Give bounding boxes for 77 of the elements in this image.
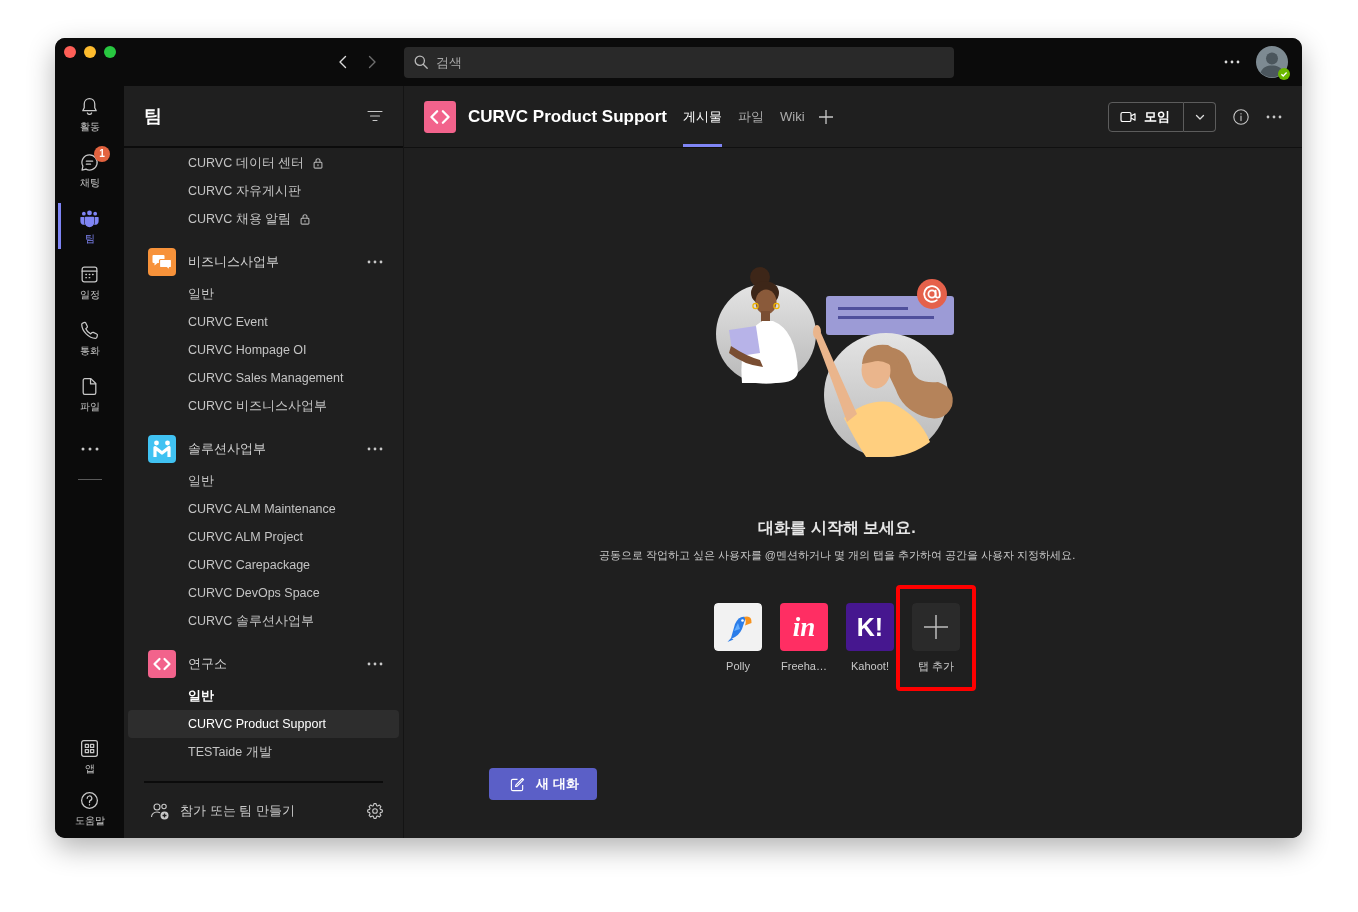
more-icon[interactable] <box>367 662 383 666</box>
apps-grid-icon <box>79 738 100 759</box>
app-logo: in <box>780 603 828 651</box>
more-icon[interactable] <box>1266 114 1282 119</box>
meeting-options-button[interactable] <box>1184 101 1216 132</box>
calendar-icon <box>79 264 100 285</box>
code-icon <box>424 100 456 133</box>
help-icon <box>79 790 100 811</box>
app-bar-item[interactable]: 일정 <box>55 258 124 314</box>
window-minimize-icon[interactable] <box>84 46 96 58</box>
people-icon <box>79 208 100 229</box>
filter-icon[interactable] <box>367 110 383 122</box>
channel-item[interactable]: 일반 <box>128 682 399 710</box>
app-bar-item[interactable]: 채팅 1 <box>55 146 124 202</box>
more-icon[interactable] <box>1224 60 1240 64</box>
chat-bubble-icon <box>79 152 100 173</box>
more-icon[interactable] <box>367 447 383 451</box>
channel-item[interactable]: CURVC 자유게시판 <box>128 177 399 205</box>
channel-item[interactable]: CURVC 솔루션사업부 <box>128 607 399 635</box>
channel-item[interactable]: CURVC 비즈니스사업부 <box>128 392 399 420</box>
panel-title: 팀 <box>144 105 163 128</box>
team-name[interactable]: 솔루션사업부 <box>188 440 355 458</box>
add-tab-icon[interactable] <box>817 108 834 125</box>
channel-title: CURVC Product Support <box>468 105 667 128</box>
app-shortcut[interactable]: K! Kahoot! <box>846 603 894 673</box>
search-icon <box>414 54 428 69</box>
empty-state-heading: 대화를 시작해 보세요. <box>758 518 916 538</box>
app-bar-item[interactable]: 앱 <box>55 734 124 786</box>
join-or-create-team-button[interactable]: 참가 또는 팀 만들기 <box>150 800 295 821</box>
people-add-icon <box>150 800 170 821</box>
channel-tab[interactable]: Wiki <box>779 86 805 147</box>
add-icon <box>912 603 960 651</box>
channel-item[interactable]: CURVC DevOps Space <box>128 579 399 607</box>
phone-icon <box>79 320 100 341</box>
settings-icon[interactable] <box>367 802 383 819</box>
channel-item[interactable]: 일반 <box>128 280 399 308</box>
lock-icon <box>312 157 325 169</box>
app-bar-item[interactable]: 도움말 <box>55 786 124 838</box>
channel-item[interactable]: CURVC 채용 알림 <box>128 205 399 233</box>
presence-icon <box>1278 68 1290 80</box>
unread-count: 1 <box>94 146 110 162</box>
app-shortcut[interactable]: 탭 추가 <box>912 603 960 673</box>
app-shortcut[interactable]: in Freeha… <box>780 603 828 673</box>
channel-tab[interactable]: 파일 <box>737 86 764 147</box>
channel-tab[interactable]: 게시물 <box>682 86 722 147</box>
new-conversation-button[interactable]: 새 대화 <box>489 768 597 800</box>
team-name[interactable]: 연구소 <box>188 655 355 673</box>
window-close-icon[interactable] <box>64 46 76 58</box>
window-zoom-icon[interactable] <box>104 46 116 58</box>
video-camera-icon <box>1120 110 1136 123</box>
meeting-button[interactable]: 모임 <box>1108 101 1184 132</box>
channel-item[interactable]: 일반 <box>128 467 399 495</box>
search-field[interactable]: 검색 <box>404 46 954 78</box>
empty-state-text: 공동으로 작업하고 싶은 사용자를 @멘션하거나 몇 개의 탭을 추가하여 공간을 사용자 지정하세요. <box>598 548 1076 563</box>
app-bar-item[interactable]: 활동 <box>55 90 124 146</box>
info-icon[interactable] <box>1233 108 1249 125</box>
avatar-icon[interactable] <box>1256 46 1288 78</box>
app-shortcut[interactable]: Polly <box>714 603 762 673</box>
app-bar-item[interactable]: 파일 <box>55 370 124 426</box>
channel-item[interactable]: CURVC Sales Management <box>128 364 399 392</box>
lock-icon <box>299 213 312 225</box>
channel-item[interactable]: CURVC 데이터 센터 <box>128 149 399 177</box>
channel-item[interactable]: CURVC ALM Maintenance <box>128 495 399 523</box>
channel-item[interactable]: CURVC Event <box>128 308 399 336</box>
bell-icon <box>79 96 100 117</box>
app-logo: K! <box>846 603 894 651</box>
channel-item[interactable]: CURVC Product Support <box>128 710 399 738</box>
more-icon[interactable] <box>367 260 383 264</box>
compose-icon <box>510 776 525 792</box>
channel-item[interactable]: CURVC ALM Project <box>128 523 399 551</box>
team-name[interactable]: 비즈니스사업부 <box>188 253 355 271</box>
channel-item[interactable]: CURVC Carepackage <box>128 551 399 579</box>
app-bar-item[interactable]: 통화 <box>55 314 124 370</box>
more-icon[interactable] <box>80 447 99 451</box>
mention-icon <box>917 279 947 309</box>
channel-item[interactable]: CURVC Hompage OI <box>128 336 399 364</box>
channel-item[interactable]: TESTaide 개발 <box>128 738 399 766</box>
